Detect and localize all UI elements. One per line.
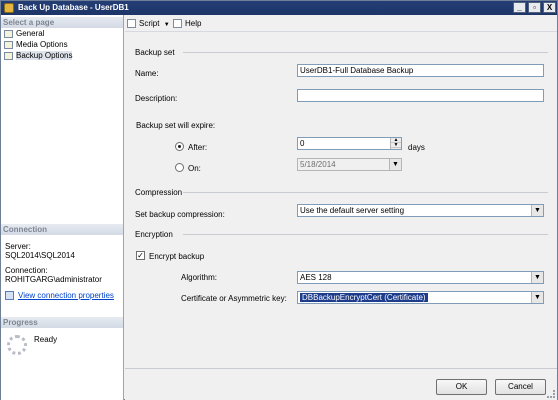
description-label: Description:	[135, 94, 178, 103]
sidebar-item-label: Media Options	[16, 40, 68, 49]
backup-database-dialog: Back Up Database - UserDB1 _ ▫ X Select …	[0, 0, 558, 400]
view-connection-properties[interactable]: View connection properties	[5, 291, 114, 300]
group-divider	[183, 192, 548, 193]
sidebar-item-label: General	[16, 29, 45, 38]
encrypt-backup-checkbox[interactable]: ✓	[136, 251, 145, 260]
chevron-down-icon[interactable]: ▼	[531, 205, 543, 216]
chevron-down-icon[interactable]: ▼	[531, 272, 543, 283]
resize-grip-icon[interactable]	[547, 390, 555, 398]
connection-properties-icon	[5, 291, 14, 300]
help-button[interactable]: Help	[173, 18, 201, 29]
name-label: Name:	[135, 69, 159, 78]
sidebar-item-label: Backup Options	[16, 51, 73, 60]
certificate-value: DBBackupEncryptCert (Certificate)	[300, 293, 428, 302]
database-icon	[4, 3, 14, 13]
algorithm-value: AES 128	[300, 273, 332, 282]
close-button[interactable]: X	[543, 2, 556, 13]
help-label: Help	[185, 19, 202, 28]
days-label: days	[408, 143, 425, 152]
compression-label: Set backup compression:	[135, 210, 225, 219]
after-value: 0	[300, 139, 305, 148]
server-label: Server:	[5, 242, 31, 251]
sidebar-item-media-options[interactable]: Media Options	[3, 40, 121, 50]
algorithm-label: Algorithm:	[181, 273, 218, 282]
backup-set-group-title: Backup set	[135, 48, 175, 57]
select-page-header: Select a page	[1, 17, 123, 28]
backup-options-page: Backup set Name: UserDB1-Full Database B…	[125, 33, 557, 368]
progress-status: Ready	[34, 335, 58, 344]
group-divider	[183, 234, 548, 235]
encryption-group-title: Encryption	[135, 230, 173, 239]
description-field[interactable]	[297, 89, 544, 102]
progress-spinner-icon	[7, 335, 27, 355]
on-date-picker: 5/18/2014 ▼	[297, 158, 402, 171]
dialog-footer: OK Cancel	[125, 368, 557, 400]
view-connection-link[interactable]: View connection properties	[18, 291, 114, 300]
stepper-buttons[interactable]: ▲ ▼	[390, 138, 401, 149]
group-divider	[183, 52, 548, 53]
expire-label: Backup set will expire:	[136, 121, 216, 130]
chevron-down-icon[interactable]: ▼	[531, 292, 543, 303]
server-value: SQL2014\SQL2014	[5, 251, 75, 260]
sidebar-item-general[interactable]: General	[3, 29, 121, 39]
help-icon	[173, 19, 182, 28]
chevron-down-icon: ▼	[389, 159, 401, 170]
toolbar: Script ▼ Help	[125, 15, 557, 32]
cancel-button[interactable]: Cancel	[495, 379, 546, 395]
chevron-down-icon[interactable]: ▼	[164, 22, 170, 28]
algorithm-select[interactable]: AES 128 ▼	[297, 271, 544, 284]
after-days-stepper[interactable]: 0 ▲ ▼	[297, 137, 402, 150]
page-icon	[4, 30, 13, 38]
compression-select[interactable]: Use the default server setting ▼	[297, 204, 544, 217]
progress-header: Progress	[1, 317, 123, 328]
after-label: After:	[188, 143, 208, 152]
compression-group-title: Compression	[135, 188, 183, 197]
stepper-down-icon[interactable]: ▼	[391, 143, 401, 148]
window-title: Back Up Database - UserDB1	[18, 3, 129, 12]
script-label: Script	[139, 19, 160, 28]
sidebar-item-backup-options[interactable]: Backup Options	[3, 51, 121, 61]
connection-value: ROHITGARG\administrator	[5, 275, 102, 284]
on-radio[interactable]	[175, 163, 184, 172]
name-field[interactable]: UserDB1-Full Database Backup	[297, 64, 544, 77]
after-radio[interactable]	[175, 142, 184, 151]
page-icon	[4, 52, 13, 60]
page-icon	[4, 41, 13, 49]
script-icon	[127, 19, 136, 28]
encrypt-backup-label: Encrypt backup	[149, 252, 205, 261]
connection-label: Connection:	[5, 266, 48, 275]
compression-value: Use the default server setting	[300, 206, 405, 215]
minimize-button[interactable]: _	[513, 2, 526, 13]
script-button[interactable]: Script ▼	[127, 18, 170, 29]
ok-button[interactable]: OK	[436, 379, 487, 395]
on-label: On:	[188, 164, 201, 173]
on-date-value: 5/18/2014	[300, 160, 336, 169]
certificate-select[interactable]: DBBackupEncryptCert (Certificate) ▼	[297, 291, 544, 304]
connection-header: Connection	[1, 224, 123, 235]
title-bar[interactable]: Back Up Database - UserDB1 _ ▫ X	[1, 1, 557, 15]
sidebar: Select a page General Media Options Back…	[1, 15, 124, 400]
maximize-button[interactable]: ▫	[528, 2, 541, 13]
certificate-label: Certificate or Asymmetric key:	[181, 294, 287, 303]
